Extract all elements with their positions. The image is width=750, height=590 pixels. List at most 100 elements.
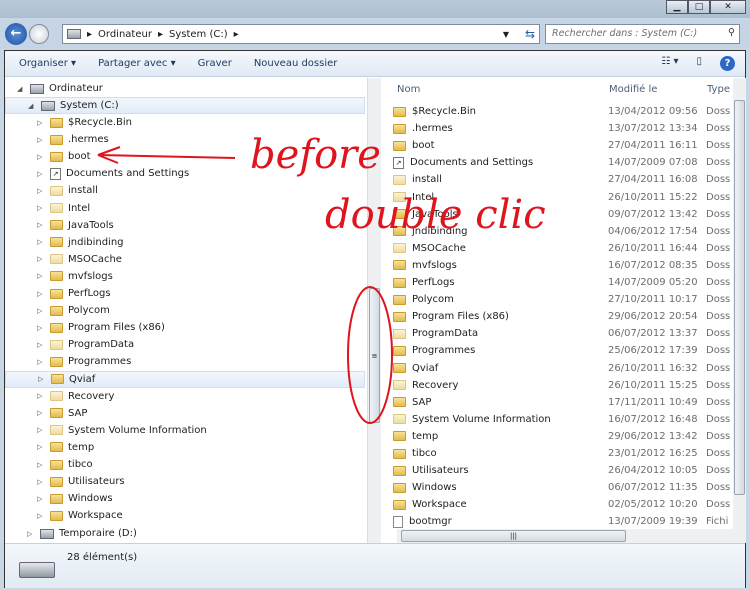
view-options-icon[interactable]: ☷ ▾ [661,56,678,71]
expand-arrow-icon[interactable]: ▷ [37,221,45,229]
tree-item-system-c[interactable]: ◢ System (C:) [5,97,365,114]
file-row[interactable]: ↗ Documents and Settings 14/07/2009 07:08 D… [393,154,733,171]
file-row[interactable]: install 27/04/2011 16:08 Dossi [393,171,733,188]
tree-item[interactable]: ▷ Qviaf [5,370,365,388]
tree-item[interactable]: ▷ System Volume Information [37,422,207,439]
file-row[interactable]: Program Files (x86) 29/06/2012 20:54 Dossi [393,308,733,325]
expand-arrow-icon[interactable]: ▷ [37,426,45,434]
file-row[interactable]: ProgramData 06/07/2012 13:37 Dossi [393,325,733,342]
file-row[interactable]: System Volume Information 16/07/2012 16:4… [393,411,733,428]
tree-item[interactable]: ▷ ProgramData [37,336,134,353]
scroll-thumb[interactable] [734,100,745,495]
expanded-icon[interactable]: ◢ [28,102,36,110]
tree-item[interactable]: ▷ Recovery [37,388,114,405]
file-row[interactable]: Qviaf 26/10/2011 16:32 Dossi [393,360,733,377]
tree-item[interactable]: ▷ Program Files (x86) [37,319,165,336]
burn-button[interactable]: Graver [198,58,232,69]
new-folder-button[interactable]: Nouveau dossier [254,58,338,69]
expand-arrow-icon[interactable]: ▷ [37,443,45,451]
preview-pane-icon[interactable]: ▯ [696,56,702,71]
expand-arrow-icon[interactable]: ▷ [37,341,45,349]
tree-item[interactable]: ▷ jndibinding [37,234,124,251]
tree-item[interactable]: ▷ JavaTools [37,217,114,234]
expanded-icon[interactable]: ◢ [17,85,25,93]
expand-arrow-icon[interactable]: ▷ [37,307,45,315]
file-row[interactable]: boot 27/04/2011 16:11 Dossi [393,137,733,154]
expand-arrow-icon[interactable]: ▷ [37,461,45,469]
expand-arrow-icon[interactable]: ▷ [37,136,45,144]
scroll-thumb[interactable]: ≡ [369,288,380,423]
expand-arrow-icon[interactable]: ▷ [27,530,35,538]
tree-item[interactable]: ▷ SAP [37,405,87,422]
tree-item-computer[interactable]: ◢ Ordinateur [17,80,103,97]
tree-item[interactable]: ▷ install [37,182,98,199]
tree-item[interactable]: ▷ Utilisateurs [37,473,125,490]
column-type[interactable]: Type [707,84,730,95]
breadcrumb-ordinateur[interactable]: Ordinateur [98,29,152,40]
file-row[interactable]: mvfslogs 16/07/2012 08:35 Dossi [393,257,733,274]
tree-item[interactable]: ▷ .hermes [37,131,109,148]
expand-arrow-icon[interactable]: ▷ [37,290,45,298]
expand-arrow-icon[interactable]: ▷ [37,153,45,161]
list-horizontal-scrollbar[interactable]: ||| [397,529,733,543]
expand-arrow-icon[interactable]: ▷ [37,512,45,520]
tree-item[interactable]: ▷ mvfslogs [37,268,113,285]
column-name[interactable]: Nom [397,84,420,95]
search-icon[interactable]: ⚲ [728,27,735,38]
expand-arrow-icon[interactable]: ▷ [37,255,45,263]
minimize-button[interactable]: ▁ [666,0,688,14]
file-row[interactable]: Windows 06/07/2012 11:35 Dossi [393,479,733,496]
forward-button[interactable] [29,24,49,44]
file-row[interactable]: Utilisateurs 26/04/2012 10:05 Dossi [393,462,733,479]
file-row[interactable]: SAP 17/11/2011 10:49 Dossi [393,394,733,411]
file-row[interactable]: $Recycle.Bin 13/04/2012 09:56 Dossi [393,103,733,120]
file-row[interactable]: .hermes 13/07/2012 13:34 Dossi [393,120,733,137]
maximize-button[interactable]: □ [688,0,710,14]
tree-scrollbar[interactable]: ≡ [367,78,381,543]
help-icon[interactable]: ? [720,56,735,71]
file-row[interactable]: tibco 23/01/2012 16:25 Dossi [393,445,733,462]
expand-arrow-icon[interactable]: ▷ [37,392,45,400]
search-input[interactable]: Rechercher dans : System (C:) ⚲ [545,24,740,44]
breadcrumb-system-c[interactable]: System (C:) [169,29,228,40]
organize-button[interactable]: Organiser ▾ [19,58,76,69]
expand-arrow-icon[interactable]: ▷ [37,272,45,280]
tree-item[interactable]: ▷ MSOCache [37,251,122,268]
address-dropdown-icon[interactable]: ▼ [503,30,509,39]
column-modified[interactable]: Modifié le [609,84,657,95]
tree-item[interactable]: ▷ Polycom [37,302,110,319]
file-row[interactable]: temp 29/06/2012 13:42 Dossi [393,428,733,445]
tree-item[interactable]: ▷ $Recycle.Bin [37,114,132,131]
scroll-thumb[interactable]: ||| [401,530,626,542]
file-row[interactable]: PerfLogs 14/07/2009 05:20 Dossi [393,274,733,291]
tree-item[interactable]: ▷ temp [37,439,94,456]
address-bar[interactable]: ▸ Ordinateur ▸ System (C:) ▸ ▼ [62,24,540,44]
expand-arrow-icon[interactable]: ▷ [37,478,45,486]
tree-item[interactable]: ▷ Workspace [37,507,123,524]
tree-item-temporaire-d[interactable]: ▷ Temporaire (D:) [27,525,137,542]
expand-arrow-icon[interactable]: ▷ [37,409,45,417]
file-row[interactable]: Recovery 26/10/2011 15:25 Dossi [393,377,733,394]
list-scrollbar[interactable] [733,78,746,543]
file-row[interactable]: jndibinding 04/06/2012 17:54 Dossi [393,223,733,240]
expand-arrow-icon[interactable]: ▷ [37,204,45,212]
file-row[interactable]: Programmes 25/06/2012 17:39 Dossi [393,342,733,359]
expand-arrow-icon[interactable]: ▷ [38,375,46,383]
tree-item[interactable]: ▷ Intel [37,200,90,217]
file-row[interactable]: Workspace 02/05/2012 10:20 Dossi [393,496,733,513]
tree-item[interactable]: ▷ boot [37,148,91,165]
expand-arrow-icon[interactable]: ▷ [37,358,45,366]
tree-item[interactable]: ▷ PerfLogs [37,285,111,302]
share-button[interactable]: Partager avec ▾ [98,58,176,69]
expand-arrow-icon[interactable]: ▷ [37,170,45,178]
expand-arrow-icon[interactable]: ▷ [37,324,45,332]
file-row[interactable]: JavaTools 09/07/2012 13:42 Dossi [393,206,733,223]
tree-item[interactable]: ▷ tibco [37,456,93,473]
expand-arrow-icon[interactable]: ▷ [37,187,45,195]
tree-item[interactable]: ▷ ↗ Documents and Settings [37,165,189,182]
file-row[interactable]: MSOCache 26/10/2011 16:44 Dossi [393,240,733,257]
close-button[interactable]: ✕ [710,0,746,14]
expand-arrow-icon[interactable]: ▷ [37,119,45,127]
back-button[interactable]: ← [5,23,27,45]
expand-arrow-icon[interactable]: ▷ [37,238,45,246]
